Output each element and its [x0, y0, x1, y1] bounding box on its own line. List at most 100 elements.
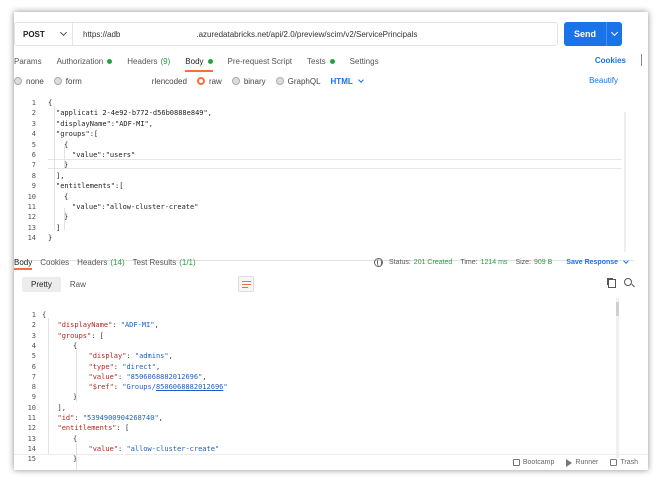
time-value[interactable]: 1214 ms	[481, 259, 508, 266]
response-body-viewer[interactable]: 1{2 "displayName": "ADF-MI", 3 "groups": [4…	[14, 298, 622, 470]
code-text: "groups":[	[56, 130, 99, 139]
line-number: 11	[27, 203, 36, 211]
request-body-editor[interactable]: 1 {2 "applicati 2-4e92-b772-d56b0888e849",…	[14, 96, 622, 252]
line-number: 7	[31, 372, 36, 381]
radio-binary-label: binary	[243, 76, 266, 86]
line-number: 6	[31, 151, 36, 159]
json-punctuation: ],	[57, 403, 66, 412]
send-button[interactable]: Send	[564, 22, 622, 46]
request-editor-scrollbar[interactable]	[624, 112, 626, 252]
radio-icon	[14, 77, 22, 85]
radio-form-label: form	[65, 76, 82, 86]
line-number: 4	[31, 341, 36, 350]
json-value[interactable]: 8506068882012696	[156, 383, 223, 391]
line-number: 5	[31, 352, 36, 361]
url-input[interactable]: https://adb .azuredatabricks.net/api/2.0/…	[73, 30, 417, 39]
radio-binary[interactable]: binary	[231, 76, 266, 86]
radio-urlencoded[interactable]: rlencoded	[152, 77, 187, 86]
json-value: "Groups/	[122, 383, 156, 392]
tab-response-body[interactable]: Body	[14, 255, 33, 270]
json-punctuation: : [	[116, 424, 130, 433]
beautify-button[interactable]: Beautify	[589, 76, 618, 85]
time-label: Time:	[460, 258, 478, 266]
response-scrollbar[interactable]	[616, 298, 619, 458]
code-text: ]	[56, 223, 61, 232]
json-value: "8506068882012696"	[126, 372, 203, 381]
code-text: "type": "direct",	[89, 362, 161, 372]
json-value: "direct"	[122, 362, 156, 371]
tab-authorization[interactable]: Authorization	[57, 52, 113, 70]
radio-form-data[interactable]: form	[53, 76, 82, 86]
line-number: 9	[31, 182, 36, 191]
line-number: 3	[31, 119, 36, 128]
code-text: "value":"users"	[72, 151, 136, 159]
globe-icon[interactable]	[374, 257, 383, 267]
code-text: {	[48, 99, 53, 107]
send-divider	[606, 22, 607, 46]
json-punctuation: :	[113, 383, 123, 392]
json-punctuation: :	[74, 414, 83, 422]
radio-icon	[275, 77, 284, 85]
json-punctuation: ,	[202, 372, 207, 381]
save-response-button[interactable]: Save Response	[566, 258, 629, 266]
line-number: 13	[27, 434, 36, 443]
chevron-down-icon	[59, 28, 68, 37]
search-icon[interactable]	[624, 278, 632, 286]
language-label: HTML	[330, 76, 353, 86]
line-number: 7	[31, 161, 36, 170]
cookies-link[interactable]: Cookies	[595, 56, 626, 65]
request-tabs: Params Authorization Headers (9) Body Pre…	[14, 52, 634, 72]
radio-none-label: none	[26, 76, 44, 86]
bootcamp-label: Bootcamp	[522, 459, 555, 466]
code-text: ],	[56, 171, 65, 180]
chevron-down-icon	[357, 77, 364, 83]
line-number: 6	[31, 362, 36, 371]
trash-button[interactable]: Trash	[610, 459, 638, 466]
line-number: 14	[27, 444, 36, 453]
json-punctuation: ,	[155, 362, 161, 371]
size-value[interactable]: 909 B	[534, 259, 552, 266]
line-number: 1	[31, 311, 36, 319]
tab-tests-label: Tests	[307, 56, 326, 66]
line-number: 13	[27, 223, 36, 232]
status-value[interactable]: 201 Created	[414, 259, 453, 266]
postman-window: POST https://adb .azuredatabricks.net/api…	[14, 12, 648, 470]
tab-headers[interactable]: Headers (9)	[127, 52, 170, 70]
wrap-lines-icon[interactable]	[238, 276, 254, 292]
pretty-button[interactable]: Pretty	[22, 276, 61, 292]
tab-settings[interactable]: Settings	[350, 52, 379, 70]
tab-test-results[interactable]: Test Results (1/1)	[133, 255, 196, 269]
tab-settings-label: Settings	[349, 56, 379, 66]
raw-button[interactable]: Raw	[61, 277, 95, 292]
tab-test-results-label: Test Results	[132, 257, 177, 267]
code-text: "entitlements": [	[58, 423, 130, 433]
tab-response-headers[interactable]: Headers (14)	[77, 255, 124, 269]
body-type-selector: none form rlencoded raw binary GraphQL H…	[14, 74, 634, 88]
tab-response-cookies[interactable]: Cookies	[40, 255, 69, 269]
tab-response-cookies-label: Cookies	[40, 257, 70, 267]
runner-button[interactable]: Runner	[566, 458, 598, 467]
json-punctuation: :	[126, 352, 135, 361]
json-key: "value"	[88, 372, 119, 381]
radio-graphql[interactable]: GraphQL	[275, 77, 321, 86]
bootcamp-button[interactable]: Bootcamp	[512, 459, 555, 466]
radio-raw[interactable]: raw	[196, 77, 222, 86]
radio-none[interactable]: none	[14, 77, 44, 86]
tab-prerequest-label: Pre-request Script	[227, 56, 292, 66]
code-text: "value": "allow-cluster-create"	[89, 444, 220, 454]
radio-icon	[53, 77, 62, 85]
tab-params[interactable]: Params	[14, 52, 42, 70]
copy-icon[interactable]	[608, 279, 616, 288]
tab-body[interactable]: Body	[185, 52, 213, 72]
tab-authorization-label: Authorization	[56, 56, 104, 66]
tab-response-headers-label: Headers	[77, 257, 108, 267]
language-select[interactable]: HTML	[330, 76, 364, 86]
tab-tests[interactable]: Tests	[307, 52, 335, 70]
tab-prerequest-script[interactable]: Pre-request Script	[228, 52, 292, 70]
response-status: Status: 201 Created Time: 1214 ms Size: …	[374, 255, 629, 269]
json-key: "id"	[57, 414, 75, 422]
json-key: "type"	[88, 362, 114, 371]
chevron-down-icon[interactable]	[610, 28, 619, 37]
method-select[interactable]: POST	[15, 23, 73, 45]
scrollbar-thumb[interactable]	[616, 302, 619, 316]
